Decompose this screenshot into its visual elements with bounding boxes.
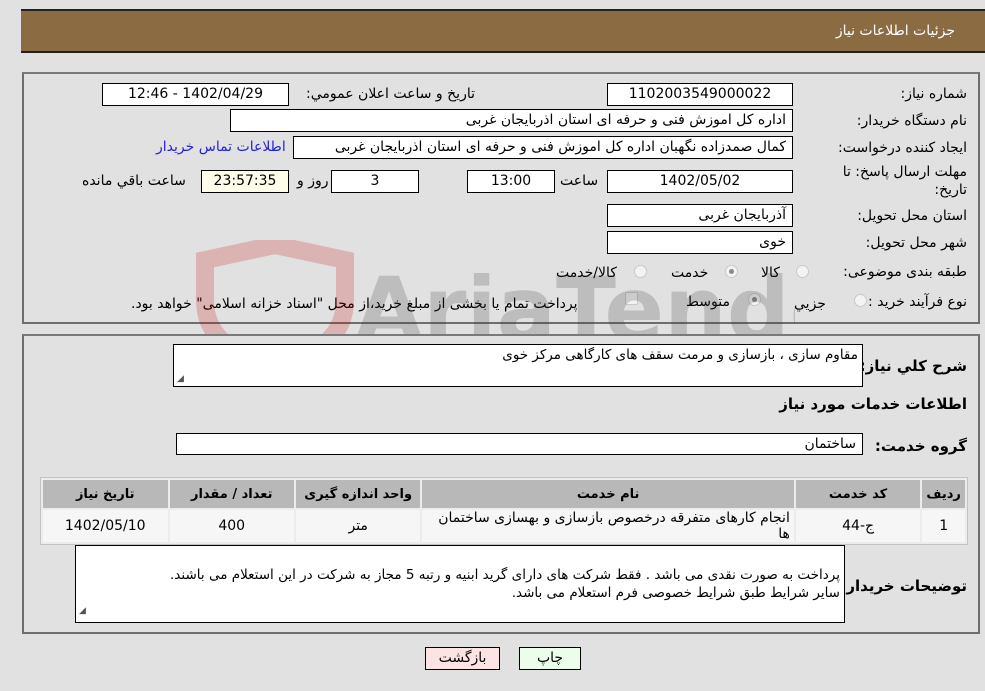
resize-grip-icon[interactable]: ◢ <box>177 374 184 384</box>
service-group-label: گروه خدمت: <box>874 437 967 455</box>
delivery-province-label: استان محل تحویل: <box>857 208 967 224</box>
category-label: طبقه بندی موضوعی: <box>843 264 967 280</box>
category-option-goods-service: کالا/خدمت <box>556 265 617 281</box>
print-button[interactable]: چاپ <box>519 647 581 670</box>
need-number-field[interactable]: 1102003549000022 <box>607 83 793 106</box>
table-row: 1 ج-44 انجام کارهای متفرقه درخصوص بازساز… <box>43 510 965 542</box>
services-heading: اطلاعات خدمات مورد نیاز <box>779 395 967 413</box>
buyer-notes-text: پرداخت به صورت نقدی می باشد . فقط شرکت ه… <box>170 567 840 601</box>
cell-service-code: ج-44 <box>795 510 921 542</box>
purchase-option-minor: جزيي <box>794 296 826 312</box>
delivery-city-field[interactable]: خوی <box>607 231 793 254</box>
cell-unit: متر <box>295 510 421 542</box>
description-label: شرح کلي نیاز: <box>859 357 967 375</box>
purchase-radio-medium[interactable] <box>748 293 761 306</box>
col-header-need-date: تاریخ نیاز <box>43 480 168 508</box>
category-option-service: خدمت <box>671 265 709 281</box>
col-header-service-code: کد خدمت <box>795 480 921 508</box>
buyer-org-label: نام دستگاه خریدار: <box>856 113 967 129</box>
cell-need-date: 1402/05/10 <box>43 510 168 542</box>
remaining-time-label: ساعت باقي مانده <box>82 173 186 189</box>
deadline-date-field[interactable]: 1402/05/02 <box>607 170 793 193</box>
description-textarea[interactable]: مقاوم سازی ، بازسازی و مرمت سقف های کارگ… <box>173 344 863 387</box>
days-label: روز و <box>297 173 329 189</box>
need-number-label: شماره نیاز: <box>900 86 968 102</box>
announce-datetime-field[interactable]: 1402/04/29 - 12:46 <box>102 83 289 106</box>
delivery-province-field[interactable]: آذربایجان غربی <box>607 204 793 227</box>
category-radio-goods-service[interactable] <box>634 265 647 278</box>
cell-row-number: 1 <box>922 510 965 542</box>
remaining-time-field: 23:57:35 <box>201 170 289 193</box>
service-group-field[interactable]: ساختمان <box>176 433 863 455</box>
cell-quantity: 400 <box>169 510 294 542</box>
page-header: جزئیات اطلاعات نیاز <box>21 9 985 53</box>
col-header-service-name: نام خدمت <box>422 480 794 508</box>
requester-label: ایجاد کننده درخواست: <box>838 140 967 156</box>
services-table: ردیف کد خدمت نام خدمت واحد اندازه گیری ت… <box>40 477 968 545</box>
treasury-checkbox-label: پرداخت تمام یا بخشی از مبلغ خرید،از محل … <box>131 296 578 312</box>
requester-field[interactable]: کمال صمدزاده نگهبان اداره کل اموزش فنی و… <box>293 136 793 159</box>
purchase-type-label: نوع فرآیند خرید : <box>868 294 967 310</box>
category-option-goods: کالا <box>761 265 780 281</box>
cell-service-name: انجام کارهای متفرقه درخصوص بازسازی و بهس… <box>422 510 794 542</box>
buyer-org-field[interactable]: اداره کل اموزش فنی و حرفه ای استان اذربا… <box>230 109 793 132</box>
deadline-time-field[interactable]: 13:00 <box>467 170 555 193</box>
category-radio-goods[interactable] <box>796 265 809 278</box>
deadline-time-label: ساعت <box>560 173 599 189</box>
deadline-label: مهلت ارسال پاسخ: تا تاریخ: <box>842 164 967 198</box>
buyer-notes-label: توضیحات خریدار: <box>840 577 967 595</box>
table-header-row: ردیف کد خدمت نام خدمت واحد اندازه گیری ت… <box>43 480 965 508</box>
announce-datetime-label: تاریخ و ساعت اعلان عمومي: <box>306 86 475 102</box>
back-button[interactable]: بازگشت <box>425 647 500 670</box>
delivery-city-label: شهر محل تحویل: <box>865 235 967 251</box>
page-title: جزئیات اطلاعات نیاز <box>835 23 955 39</box>
description-text: مقاوم سازی ، بازسازی و مرمت سقف های کارگ… <box>502 347 858 363</box>
treasury-checkbox[interactable] <box>625 292 638 305</box>
buyer-contact-link[interactable]: اطلاعات تماس خریدار <box>156 139 286 155</box>
remaining-days-field[interactable]: 3 <box>331 170 419 193</box>
col-header-quantity: تعداد / مقدار <box>169 480 294 508</box>
col-header-unit: واحد اندازه گیری <box>295 480 421 508</box>
category-radio-service[interactable] <box>725 265 738 278</box>
resize-grip-icon[interactable]: ◢ <box>79 602 86 620</box>
buyer-notes-textarea[interactable]: پرداخت به صورت نقدی می باشد . فقط شرکت ه… <box>75 545 845 623</box>
purchase-option-medium: متوسط <box>686 294 730 310</box>
col-header-row-number: ردیف <box>922 480 965 508</box>
purchase-radio-minor[interactable] <box>854 294 867 307</box>
